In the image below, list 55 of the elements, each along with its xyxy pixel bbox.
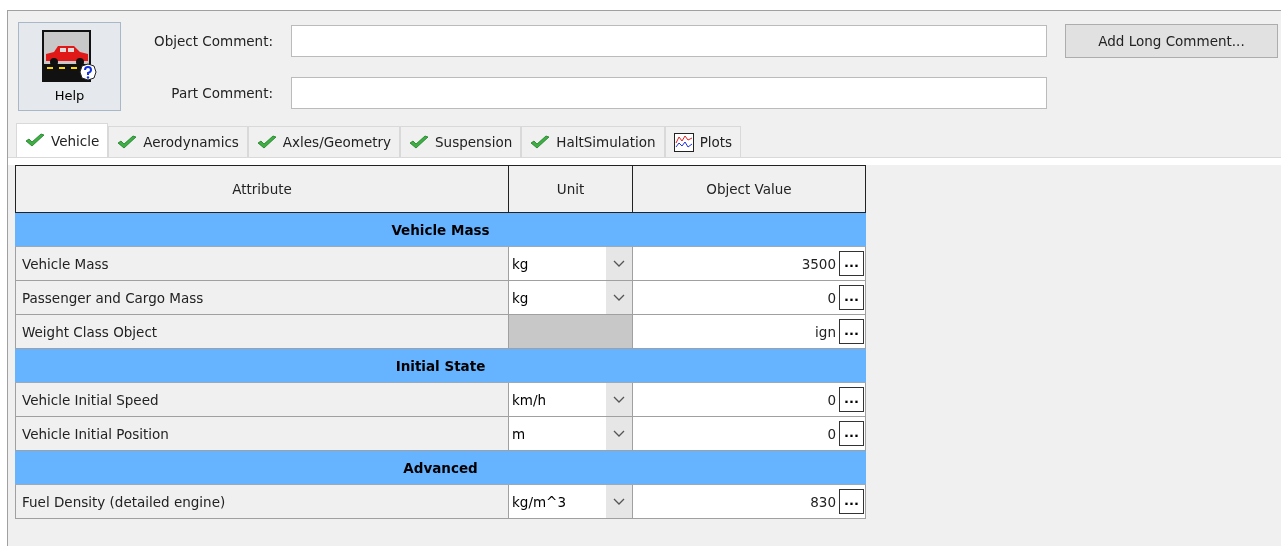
object-value[interactable]: 0 [827,391,836,408]
attribute-cell: Passenger and Cargo Mass [15,281,509,315]
browse-button[interactable]: ... [839,251,864,276]
unit-dropdown[interactable]: kg/m^3 [509,485,633,519]
tab[interactable]: Suspension [400,126,522,157]
tab[interactable]: Plots [664,126,742,157]
caret-icon [613,395,625,404]
comment-label: Part Comment: [170,84,273,101]
browse-button[interactable]: ... [839,285,864,310]
group-header: Vehicle Mass [15,213,866,247]
group-header: Advanced [15,451,866,485]
unit-dropdown[interactable]: kg [509,281,633,315]
object-value[interactable]: 0 [827,289,836,306]
group-header: Initial State [15,349,866,383]
plot-icon [673,132,694,152]
check-icon [409,134,430,150]
browse-button[interactable]: ... [839,421,864,446]
help-button[interactable]: Help [18,22,121,111]
attribute-cell: Vehicle Mass [15,247,509,281]
check-icon [256,134,277,150]
add-long-comment-button[interactable]: Add Long Comment... [1065,24,1278,59]
comment-field[interactable] [291,76,1047,109]
comment-label: Object Comment: [153,33,273,50]
object-value[interactable]: 3500 [801,255,836,272]
object-value[interactable]: 0 [827,425,836,442]
check-icon [530,134,551,150]
unit-dropdown[interactable]: km/h [509,383,633,417]
attribute-cell: Vehicle Initial Speed [15,383,509,417]
column-header: Attribute [15,165,509,213]
caret-icon [613,293,625,302]
caret-icon [613,497,625,506]
tab[interactable]: HaltSimulation [521,126,665,157]
comment-field[interactable] [291,25,1047,58]
check-icon [25,133,45,148]
tab[interactable]: Vehicle [16,123,109,157]
browse-button[interactable]: ... [839,387,864,412]
check-icon [117,134,138,150]
column-header: Object Value [633,165,866,213]
unit-value: m [512,425,526,442]
unit-value: km/h [512,391,547,408]
caret-icon [613,259,625,268]
tab[interactable]: Aerodynamics [108,126,248,157]
column-header: Unit [509,165,633,213]
browse-button[interactable]: ... [839,489,864,514]
tab[interactable]: Axles/Geometry [247,126,401,157]
unit-dropdown[interactable]: kg [509,247,633,281]
caret-icon [613,429,625,438]
attribute-cell: Fuel Density (detailed engine) [15,485,509,519]
object-value[interactable]: 830 [810,493,836,510]
browse-button[interactable]: ... [839,319,864,344]
object-value[interactable]: ign [815,323,836,340]
unit-value: kg [512,255,529,272]
unit-value: kg [512,289,529,306]
unit-value: kg/m^3 [512,493,566,510]
unit-dropdown[interactable]: m [509,417,633,451]
